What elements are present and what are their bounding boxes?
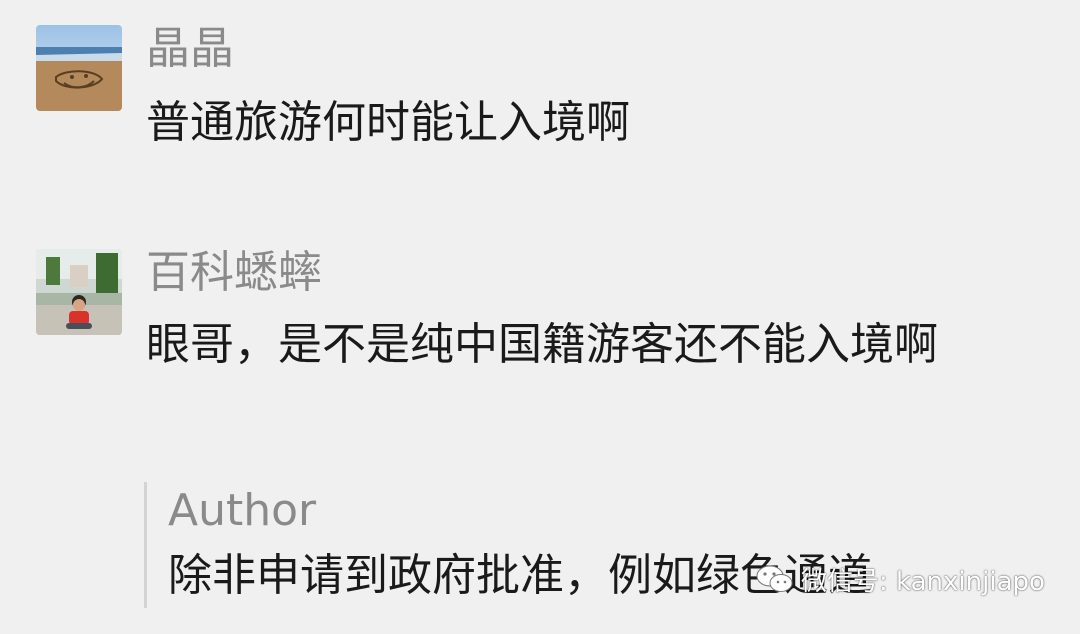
watermark: 微信号: kanxinjiapo — [755, 562, 1045, 602]
watermark-text: 微信号: kanxinjiapo — [801, 567, 1045, 597]
comment-nickname: 百科蟋蟀 — [146, 247, 322, 298]
person-garden-avatar-icon[interactable] — [36, 249, 122, 335]
comment-item: 百科蟋蟀 眼哥，是不是纯中国籍游客还不能入境啊 Author 除非申请到政府批准… — [0, 0, 1080, 634]
comment-text: 眼哥，是不是纯中国籍游客还不能入境啊 — [146, 319, 938, 370]
author-label: Author — [168, 485, 317, 536]
wechat-icon — [755, 562, 795, 603]
